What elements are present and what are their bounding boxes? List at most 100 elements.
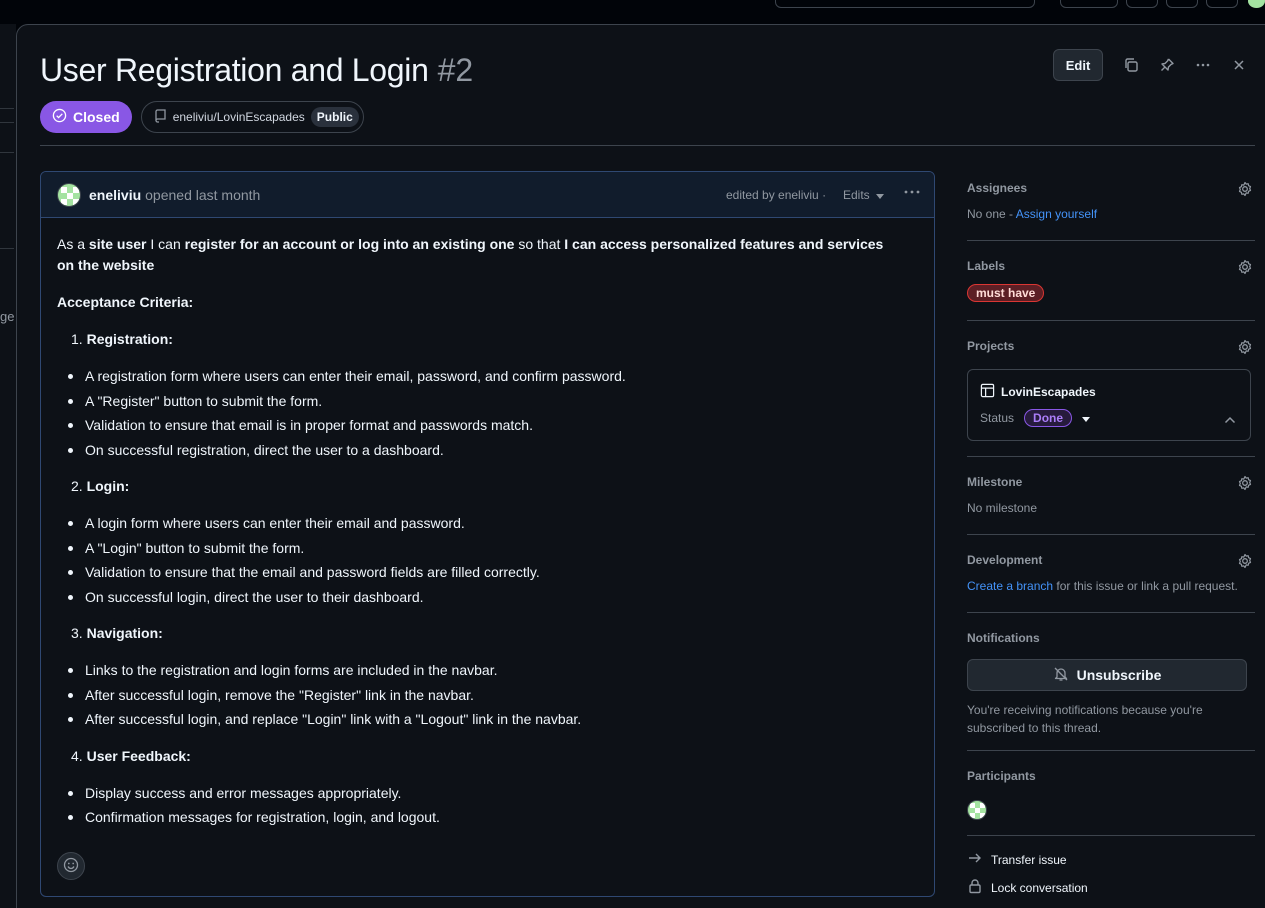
gear-icon[interactable] (1237, 339, 1253, 358)
list-item: A registration form where users can ente… (68, 366, 918, 391)
sidebar-divider (967, 835, 1255, 836)
edits-dropdown[interactable]: Edits (843, 188, 884, 202)
gear-icon[interactable] (1237, 553, 1253, 572)
copy-icon[interactable] (1120, 54, 1142, 76)
caret-down-icon[interactable] (1082, 411, 1091, 425)
repo-icon (154, 108, 167, 126)
comment-more-icon[interactable] (903, 184, 921, 205)
background-button (1166, 0, 1198, 8)
participants-title: Participants (967, 769, 1036, 783)
gear-icon[interactable] (1237, 475, 1253, 494)
closed-status-badge: Closed (40, 101, 132, 133)
pin-icon[interactable] (1156, 54, 1178, 76)
background-divider (0, 248, 14, 249)
more-options-icon[interactable] (1192, 54, 1214, 76)
unsubscribe-button[interactable]: Unsubscribe (967, 659, 1247, 691)
status-done-badge[interactable]: Done (1024, 409, 1073, 427)
list-item: A login form where users can enter their… (68, 513, 918, 538)
header-divider (40, 145, 1255, 146)
notifications-reason: You're receiving notifications because y… (967, 703, 1203, 735)
section-heading: 4. User Feedback: (71, 747, 191, 764)
edits-label: Edits (843, 188, 870, 202)
repo-pill[interactable]: eneliviu/LovinEscapades Public (140, 101, 364, 133)
list-item: Confirmation messages for registration, … (68, 807, 918, 832)
list-item: A "Register" button to submit the form. (68, 391, 918, 416)
sidebar-divider (967, 612, 1255, 613)
sidebar-divider (967, 320, 1255, 321)
background-divider (0, 152, 14, 153)
labels-section: Labels must have (967, 259, 1255, 302)
background-left-strip: ge (0, 24, 16, 908)
list-item: On successful registration, direct the u… (68, 440, 918, 465)
label-must-have[interactable]: must have (967, 284, 1045, 302)
gear-icon[interactable] (1237, 259, 1253, 278)
criteria-list: A registration form where users can ente… (57, 366, 918, 464)
table-icon (980, 383, 995, 401)
gear-icon[interactable] (1237, 181, 1253, 200)
status-row: Closed eneliviu/LovinEscapades Public (40, 101, 364, 133)
list-item: Validation to ensure that email is in pr… (68, 415, 918, 440)
background-text: ge (0, 309, 15, 324)
list-item: After successful login, remove the "Regi… (68, 685, 918, 710)
chevron-up-icon[interactable] (1224, 411, 1236, 427)
create-branch-link[interactable]: Create a branch (967, 579, 1053, 593)
background-search-box (775, 0, 1035, 8)
assignees-title: Assignees (967, 181, 1028, 195)
header-actions: Edit (1053, 49, 1103, 81)
background-button (1060, 0, 1118, 8)
milestone-title: Milestone (967, 475, 1023, 489)
development-title: Development (967, 553, 1043, 567)
sidebar-divider (967, 534, 1255, 535)
participant-avatar[interactable] (967, 800, 987, 820)
bell-slash-icon (1053, 666, 1069, 685)
background-top-bar (0, 0, 1265, 24)
check-circle-icon (52, 108, 67, 126)
development-section: Development Create a branch for this iss… (967, 553, 1255, 593)
participants-section: Participants (967, 769, 1255, 783)
development-value: Create a branch for this issue or link a… (967, 579, 1238, 593)
comment-body: As a site user I can register for an acc… (41, 218, 934, 832)
close-icon[interactable] (1228, 54, 1250, 76)
criteria-list: A login form where users can enter their… (57, 513, 918, 611)
unsubscribe-label: Unsubscribe (1076, 667, 1162, 683)
background-divider (0, 122, 14, 123)
issue-title: User Registration and Login (40, 52, 429, 88)
avatar[interactable] (57, 182, 81, 207)
visibility-badge: Public (310, 107, 359, 127)
labels-title: Labels (967, 259, 1006, 273)
project-status: Status Done (980, 409, 1091, 427)
edit-button[interactable]: Edit (1053, 49, 1103, 81)
transfer-issue-action[interactable]: Transfer issue (967, 851, 1067, 868)
background-button (1206, 0, 1238, 8)
section-heading: 1. Registration: (71, 331, 173, 347)
list-item: A "Login" button to submit the form. (68, 538, 918, 563)
section-heading: 2. Login: (71, 478, 130, 494)
user-story: As a site user I can register for an acc… (57, 236, 884, 273)
list-item: After successful login, and replace "Log… (68, 709, 918, 734)
lock-conversation-action[interactable]: Lock conversation (967, 878, 1088, 897)
background-button (1126, 0, 1158, 8)
issue-comment: eneliviu opened last month edited by ene… (40, 171, 935, 897)
comment-header: eneliviu opened last month edited by ene… (41, 172, 934, 218)
list-item: Display success and error messages appro… (68, 783, 918, 808)
closed-status-label: Closed (73, 109, 120, 125)
milestone-section: Milestone No milestone (967, 475, 1255, 515)
projects-title: Projects (967, 339, 1015, 353)
acceptance-criteria-heading: Acceptance Criteria: (57, 294, 194, 310)
background-avatar (1248, 0, 1265, 8)
notifications-title: Notifications (967, 631, 1040, 645)
comment-author[interactable]: eneliviu (89, 187, 141, 203)
project-name[interactable]: LovinEscapades (980, 383, 1096, 401)
status-label: Status (980, 411, 1015, 425)
repo-name[interactable]: eneliviu/LovinEscapades (173, 110, 305, 124)
issue-title-row: User Registration and Login #2 (40, 52, 473, 92)
notifications-section: Notifications (967, 631, 1255, 645)
sidebar-divider (967, 456, 1255, 457)
issue-number: #2 (437, 52, 474, 88)
sidebar-divider (967, 240, 1255, 241)
projects-section: Projects (967, 339, 1255, 355)
assign-yourself-link[interactable]: Assign yourself (1016, 207, 1097, 221)
criteria-list: Links to the registration and login form… (57, 660, 918, 734)
comment-opened-time[interactable]: opened last month (145, 187, 260, 203)
add-reaction-button[interactable] (57, 852, 85, 880)
